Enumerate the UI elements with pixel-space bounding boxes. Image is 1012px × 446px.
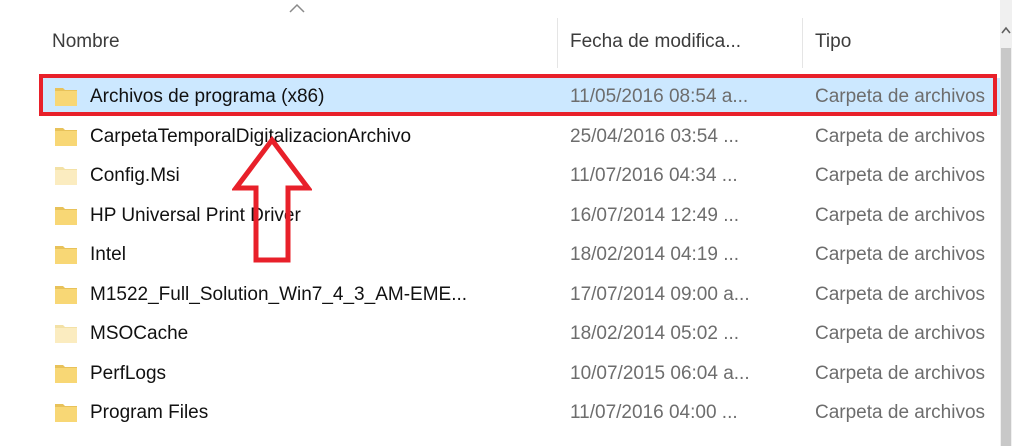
column-header-type[interactable]: Tipo xyxy=(815,22,995,62)
file-explorer: Nombre Fecha de modifica... Tipo Archivo… xyxy=(0,0,1012,446)
column-header-name[interactable]: Nombre xyxy=(52,22,552,62)
file-date: 11/07/2016 04:00 ... xyxy=(570,402,738,423)
file-type: Carpeta de archivos xyxy=(815,323,986,344)
file-row[interactable]: Program Files 11/07/2016 04:00 ... Carpeta… xyxy=(40,394,1000,431)
folder-icon xyxy=(55,285,77,304)
folder-icon xyxy=(55,127,77,146)
file-row[interactable]: PerfLogs 10/07/2015 06:04 a... Carpeta de … xyxy=(40,355,1000,392)
column-separator[interactable] xyxy=(557,18,558,68)
file-name[interactable]: HP Universal Print Driver xyxy=(90,197,560,234)
file-name[interactable]: Program Files xyxy=(90,394,560,431)
file-row[interactable]: Archivos de programa (x86) 11/05/2016 08:… xyxy=(40,78,1000,115)
folder-icon xyxy=(55,206,77,225)
file-type: Carpeta de archivos xyxy=(815,204,986,226)
file-row[interactable]: MSOCache 18/02/2014 05:02 ... Carpeta de a… xyxy=(40,315,1000,352)
file-name[interactable]: MSOCache xyxy=(90,315,560,352)
vertical-scrollbar[interactable] xyxy=(1000,0,1012,446)
file-row[interactable]: HP Universal Print Driver 16/07/2014 12:4… xyxy=(40,197,1000,234)
file-date: 18/02/2014 04:19 ... xyxy=(570,244,740,265)
file-row[interactable]: M1522_Full_Solution_Win7_4_3_AM-EME... 17… xyxy=(40,276,1000,313)
file-type: Carpeta de archivos xyxy=(815,86,986,107)
file-date: 18/02/2014 05:02 ... xyxy=(570,323,740,344)
file-date: 10/07/2015 06:04 a... xyxy=(570,362,750,384)
file-date: 11/05/2016 08:54 a... xyxy=(570,86,749,107)
folder-icon xyxy=(55,88,77,106)
file-name[interactable]: Archivos de programa (x86) xyxy=(90,78,560,115)
file-type: Carpeta de archivos xyxy=(815,283,986,305)
file-date: 25/04/2016 03:54 ... xyxy=(570,125,740,147)
folder-icon xyxy=(55,364,77,383)
folder-hidden-icon xyxy=(55,325,77,343)
file-type: Carpeta de archivos xyxy=(815,125,986,147)
file-date: 17/07/2014 09:00 a... xyxy=(570,283,750,305)
file-type: Carpeta de archivos xyxy=(815,244,986,265)
file-type: Carpeta de archivos xyxy=(815,165,986,186)
column-separator[interactable] xyxy=(802,18,803,68)
scroll-up-icon[interactable] xyxy=(1000,22,1012,38)
file-date: 11/07/2016 04:34 ... xyxy=(570,165,738,186)
file-name[interactable]: CarpetaTemporalDigitalizacionArchivo xyxy=(90,118,560,155)
file-name[interactable]: Intel xyxy=(90,236,560,273)
file-row[interactable]: Intel 18/02/2014 04:19 ... Carpeta de arch… xyxy=(40,236,1000,273)
file-name[interactable]: PerfLogs xyxy=(90,355,560,392)
file-name[interactable]: M1522_Full_Solution_Win7_4_3_AM-EME... xyxy=(90,276,560,313)
scroll-thumb[interactable] xyxy=(1001,48,1011,446)
column-header-date[interactable]: Fecha de modifica... xyxy=(570,22,798,62)
column-header-bar: Nombre Fecha de modifica... Tipo xyxy=(0,0,1000,78)
file-type: Carpeta de archivos xyxy=(815,362,986,384)
folder-icon xyxy=(55,246,77,264)
sort-ascending-icon xyxy=(289,3,305,13)
file-name[interactable]: Config.Msi xyxy=(90,157,560,194)
file-row[interactable]: Config.Msi 11/07/2016 04:34 ... Carpeta de… xyxy=(40,157,1000,194)
file-type: Carpeta de archivos xyxy=(815,402,986,423)
file-date: 16/07/2014 12:49 ... xyxy=(570,204,740,226)
folder-hidden-icon xyxy=(55,167,77,185)
folder-icon xyxy=(55,404,77,422)
file-row[interactable]: CarpetaTemporalDigitalizacionArchivo 25/0… xyxy=(40,118,1000,155)
